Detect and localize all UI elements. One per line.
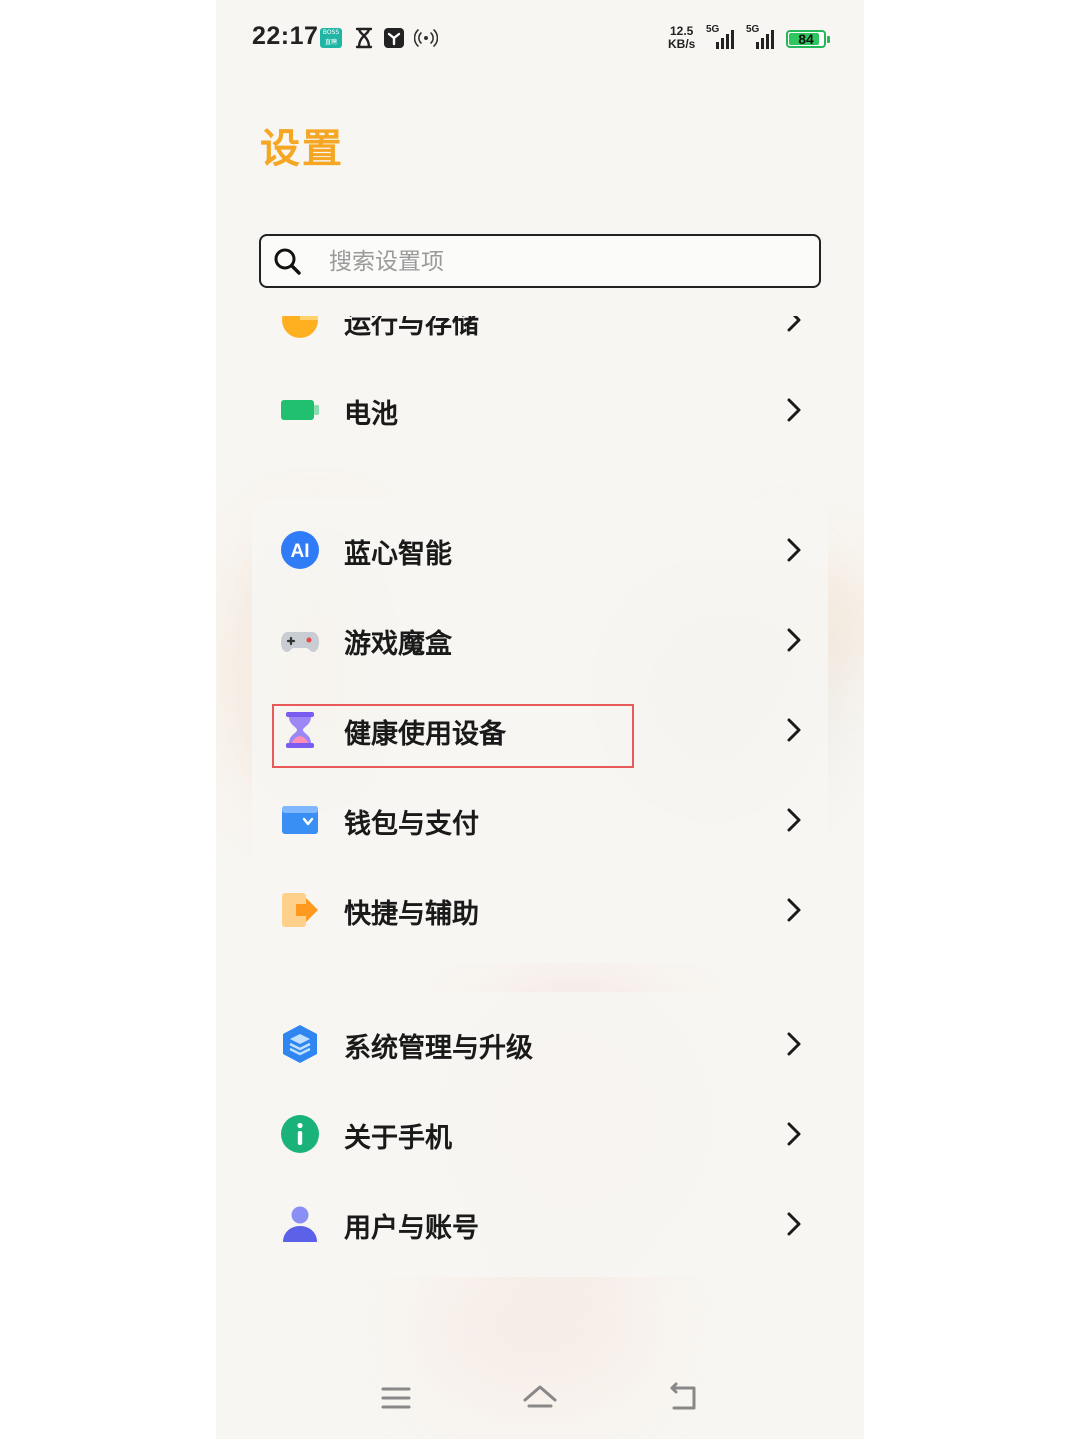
settings-item-label: 运行与存储: [344, 316, 479, 340]
battery-indicator: 84: [786, 30, 830, 48]
chevron-right-icon: [787, 1212, 801, 1236]
svg-text:AI: AI: [291, 541, 310, 562]
battery-level: 84: [798, 31, 814, 47]
chevron-right-icon: [787, 316, 801, 332]
settings-group: 运行与存储 电池: [252, 316, 828, 468]
chevron-right-icon: [787, 538, 801, 562]
home-icon[interactable]: [520, 1378, 560, 1418]
settings-item-label: 游戏魔盒: [344, 629, 452, 660]
battery-icon: [281, 400, 319, 420]
ai-icon: AI: [281, 531, 319, 569]
settings-item-shortcuts[interactable]: 快捷与辅助: [252, 866, 828, 956]
wallet-icon: [282, 806, 318, 834]
chevron-right-icon: [787, 718, 801, 742]
settings-item-label: 快捷与辅助: [344, 899, 479, 930]
signal-1-type: 5G: [706, 24, 720, 35]
settings-item-battery[interactable]: 电池: [252, 366, 828, 456]
settings-header: 设置: [216, 78, 864, 316]
status-bar: 22:17 BOSS直聘 12.5 KB/s 5G 5G 84: [216, 0, 864, 78]
search-input[interactable]: [327, 244, 791, 280]
system-layers-icon: [283, 1025, 317, 1063]
page-title: 设置: [260, 126, 344, 172]
highlight-box: [272, 704, 634, 768]
boss-zhipin-icon: BOSS直聘: [320, 28, 342, 48]
settings-item-ai[interactable]: AI 蓝心智能: [252, 506, 828, 596]
chevron-right-icon: [787, 398, 801, 422]
storage-pie-icon: [282, 316, 318, 338]
menu-icon[interactable]: [376, 1378, 416, 1418]
settings-item-label: 用户与账号: [344, 1213, 479, 1244]
navigation-bar: [216, 1356, 864, 1439]
status-time: 22:17: [252, 22, 319, 50]
app-icon: [384, 28, 404, 48]
settings-item-label: 系统管理与升级: [344, 1033, 533, 1064]
settings-item-label: 关于手机: [344, 1123, 452, 1154]
settings-item-game-box[interactable]: 游戏魔盒: [252, 596, 828, 686]
settings-item-label: 电池: [344, 399, 398, 430]
gamepad-icon: [281, 632, 319, 652]
chevron-right-icon: [787, 898, 801, 922]
settings-item-wallet[interactable]: 钱包与支付: [252, 776, 828, 866]
settings-item-accounts[interactable]: 用户与账号: [252, 1180, 828, 1270]
settings-group: 系统管理与升级 关于手机 用户与账号: [252, 992, 828, 1277]
search-box[interactable]: [259, 234, 821, 288]
chevron-right-icon: [787, 1032, 801, 1056]
settings-item-label: 钱包与支付: [344, 809, 479, 840]
user-icon: [283, 1206, 317, 1242]
settings-list: 运行与存储 电池 AI 蓝心智能 游戏魔盒 健康使用设备 钱包与支付 快捷与辅助…: [216, 316, 864, 1356]
network-speed: 12.5 KB/s: [668, 25, 695, 51]
shortcut-icon: [282, 893, 318, 927]
settings-item-label: 蓝心智能: [344, 539, 452, 570]
settings-item-system[interactable]: 系统管理与升级: [252, 1000, 828, 1090]
signal-2-type: 5G: [746, 24, 760, 35]
network-speed-unit: KB/s: [668, 37, 696, 51]
search-icon: [274, 248, 301, 275]
chevron-right-icon: [787, 1122, 801, 1146]
chevron-right-icon: [787, 808, 801, 832]
settings-item-storage[interactable]: 运行与存储: [252, 316, 828, 366]
phone-screen: 22:17 BOSS直聘 12.5 KB/s 5G 5G 84 设置 搜索设置项…: [216, 0, 864, 1439]
back-icon[interactable]: [664, 1378, 704, 1418]
hourglass-icon: [355, 27, 373, 49]
settings-item-about-phone[interactable]: 关于手机: [252, 1090, 828, 1180]
chevron-right-icon: [787, 628, 801, 652]
info-icon: [281, 1115, 319, 1153]
battery-cap: [827, 36, 830, 43]
hotspot-icon: [414, 29, 438, 47]
